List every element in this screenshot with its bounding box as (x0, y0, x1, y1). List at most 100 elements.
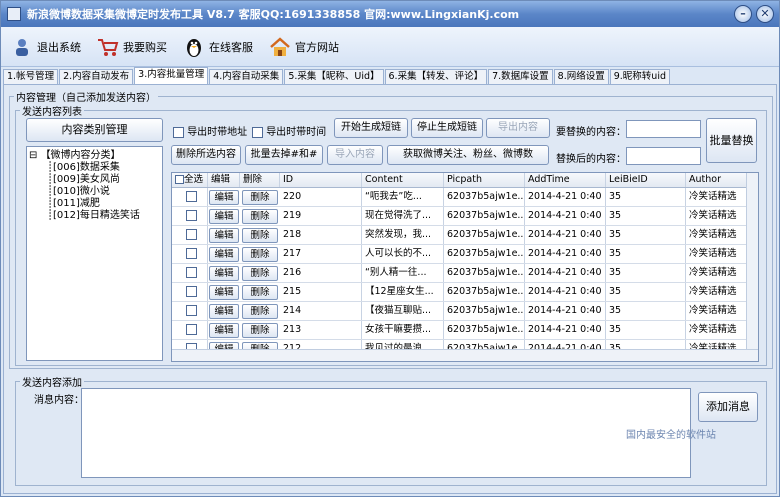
table-row[interactable]: 编辑 删除 220 “呃我去”吃... 62037b5ajw1e... 2014-4-21… (172, 188, 758, 207)
vertical-scrollbar[interactable] (746, 173, 758, 351)
category-manage-button[interactable]: 内容类别管理 (26, 118, 163, 142)
row-checkbox[interactable] (185, 248, 197, 259)
minimize-button[interactable]: – (734, 5, 752, 23)
add-content-legend: 发送内容添加 (22, 378, 82, 389)
cell-cat: 35 (606, 302, 686, 320)
tab-collect-repost[interactable]: 6.采集【转发、评论】 (384, 69, 488, 84)
column-header[interactable]: Author (686, 173, 748, 187)
content-grid: 全选 编辑 删除 ID Content Picpath AddTime LeiB… (171, 172, 759, 362)
category-tree: ⊟ 【微博内容分类】 ┊[006]数据采集 ┊[009]美女风尚 ┊[010]微… (26, 146, 163, 361)
row-edit-button[interactable]: 编辑 (209, 209, 239, 224)
tab-database[interactable]: 7.数据库设置 (488, 69, 553, 84)
column-header[interactable]: LeiBieID (606, 173, 686, 187)
website-button[interactable]: 官方网站 (269, 36, 339, 58)
cell-time: 2014-4-21 0:40 (525, 245, 606, 263)
main-tabs: 1.帐号管理 2.内容自动发布 3.内容批量管理 4.内容自动采集 5.采集【昵… (3, 67, 671, 85)
export-address-option[interactable]: 导出时带地址 (173, 123, 247, 138)
import-content-button[interactable]: 导入内容 (327, 145, 383, 165)
table-row[interactable]: 编辑 删除 219 现在觉得洗了... 62037b5ajw1e... 2014-4-21… (172, 207, 758, 226)
fetch-weibo-stats-button[interactable]: 获取微博关注、粉丝、微博数 (387, 145, 549, 165)
column-header: 编辑 (208, 173, 240, 187)
row-checkbox[interactable] (185, 267, 197, 278)
replace-target-label: 替换后的内容： (556, 154, 626, 165)
table-row[interactable]: 编辑 删除 217 人可以长的不... 62037b5ajw1e... 2014-4-21… (172, 245, 758, 264)
row-delete-button[interactable]: 删除 (242, 323, 278, 338)
tree-item[interactable]: ┊[012]每日精选笑话 (29, 210, 160, 222)
export-time-checkbox[interactable] (252, 126, 263, 138)
column-header[interactable]: Picpath (444, 173, 525, 187)
horizontal-scrollbar[interactable] (172, 349, 758, 361)
support-button[interactable]: 在线客服 (183, 36, 253, 58)
column-header[interactable]: ID (280, 173, 362, 187)
tree-root-label: 【微博内容分类】 (40, 150, 121, 161)
window-title: 新浪微博数据采集微博定时发布工具 V8.7 客服QQ:1691338858 官网… (27, 8, 520, 21)
add-message-button[interactable]: 添加消息 (698, 392, 758, 422)
row-checkbox[interactable] (185, 286, 197, 297)
table-row[interactable]: 编辑 删除 214 【夜猫互聊贴... 62037b5ajw1e... 2014-4-21… (172, 302, 758, 321)
replace-target-input[interactable] (626, 147, 701, 165)
message-textarea[interactable] (81, 388, 691, 478)
row-edit-button[interactable]: 编辑 (209, 304, 239, 319)
row-checkbox[interactable] (185, 324, 197, 335)
row-edit-button[interactable]: 编辑 (209, 228, 239, 243)
row-delete-button[interactable]: 删除 (242, 247, 278, 262)
row-edit-button[interactable]: 编辑 (209, 247, 239, 262)
row-delete-button[interactable]: 删除 (242, 228, 278, 243)
row-checkbox[interactable] (185, 305, 197, 316)
tab-nickname-uid[interactable]: 9.昵称转uid (609, 69, 670, 84)
row-checkbox[interactable] (185, 229, 197, 240)
column-header[interactable]: Content (362, 173, 444, 187)
website-label: 官方网站 (295, 40, 339, 54)
tree-item[interactable]: ┊[011]减肥 (29, 198, 160, 210)
stop-short-link-button[interactable]: 停止生成短链 (411, 118, 483, 138)
row-checkbox[interactable] (185, 191, 197, 202)
tree-root[interactable]: ⊟ 【微博内容分类】 (29, 150, 160, 162)
cell-time: 2014-4-21 0:40 (525, 264, 606, 282)
select-all-checkbox[interactable] (175, 175, 184, 184)
column-header[interactable]: AddTime (525, 173, 606, 187)
table-row[interactable]: 编辑 删除 218 突然发现，我... 62037b5ajw1e... 2014-4-21… (172, 226, 758, 245)
table-row[interactable]: 编辑 删除 215 【12星座女生... 62037b5ajw1e... 2014-4-2… (172, 283, 758, 302)
send-list-legend: 发送内容列表 (22, 107, 82, 118)
cell-author: 冷笑话精选 (686, 245, 748, 263)
table-row[interactable]: 编辑 删除 216 “别人精一往... 62037b5ajw1e... 2014-4-21… (172, 264, 758, 283)
cell-id: 219 (280, 207, 362, 225)
select-all-header[interactable]: 全选 (172, 173, 208, 187)
batch-replace-button[interactable]: 批量替换 (706, 118, 757, 163)
row-edit-button[interactable]: 编辑 (209, 323, 239, 338)
row-edit-button[interactable]: 编辑 (209, 266, 239, 281)
export-time-option[interactable]: 导出时带时间 (252, 123, 326, 138)
table-row[interactable]: 编辑 删除 213 女孩干嘛要攒... 62037b5ajw1e... 2014-4-21… (172, 321, 758, 340)
exit-label: 退出系统 (37, 40, 81, 54)
batch-remove-hash-button[interactable]: 批量去掉#和# (245, 145, 323, 165)
row-checkbox[interactable] (185, 210, 197, 221)
row-edit-button[interactable]: 编辑 (209, 190, 239, 205)
export-content-button[interactable]: 导出内容 (486, 118, 550, 138)
exit-button[interactable]: 退出系统 (11, 36, 81, 58)
tab-network[interactable]: 8.网络设置 (553, 69, 609, 84)
delete-selected-button[interactable]: 删除所选内容 (171, 145, 241, 165)
row-delete-button[interactable]: 删除 (242, 190, 278, 205)
start-short-link-button[interactable]: 开始生成短链 (334, 118, 408, 138)
tab-collect-nickname[interactable]: 5.采集【昵称、Uid】 (284, 69, 384, 84)
row-delete-button[interactable]: 删除 (242, 209, 278, 224)
row-delete-button[interactable]: 删除 (242, 304, 278, 319)
tab-account[interactable]: 1.帐号管理 (3, 69, 59, 84)
tree-item[interactable]: ┊[009]美女风尚 (29, 174, 160, 186)
replace-source-input[interactable] (626, 120, 701, 138)
tree-item[interactable]: ┊[006]数据采集 (29, 162, 160, 174)
close-button[interactable]: ✕ (756, 5, 774, 23)
row-delete-button[interactable]: 删除 (242, 266, 278, 281)
cell-cat: 35 (606, 207, 686, 225)
row-delete-button[interactable]: 删除 (242, 285, 278, 300)
row-edit-button[interactable]: 编辑 (209, 285, 239, 300)
cell-author: 冷笑话精选 (686, 283, 748, 301)
tab-auto-publish[interactable]: 2.内容自动发布 (59, 69, 134, 84)
row-checkbox-cell (172, 264, 208, 282)
qq-penguin-icon (183, 36, 205, 58)
export-address-checkbox[interactable] (173, 126, 184, 138)
tab-auto-collect[interactable]: 4.内容自动采集 (209, 69, 284, 84)
buy-button[interactable]: 我要购买 (97, 36, 167, 58)
tab-batch-content[interactable]: 3.内容批量管理 (134, 67, 209, 84)
tree-item[interactable]: ┊[010]微小说 (29, 186, 160, 198)
